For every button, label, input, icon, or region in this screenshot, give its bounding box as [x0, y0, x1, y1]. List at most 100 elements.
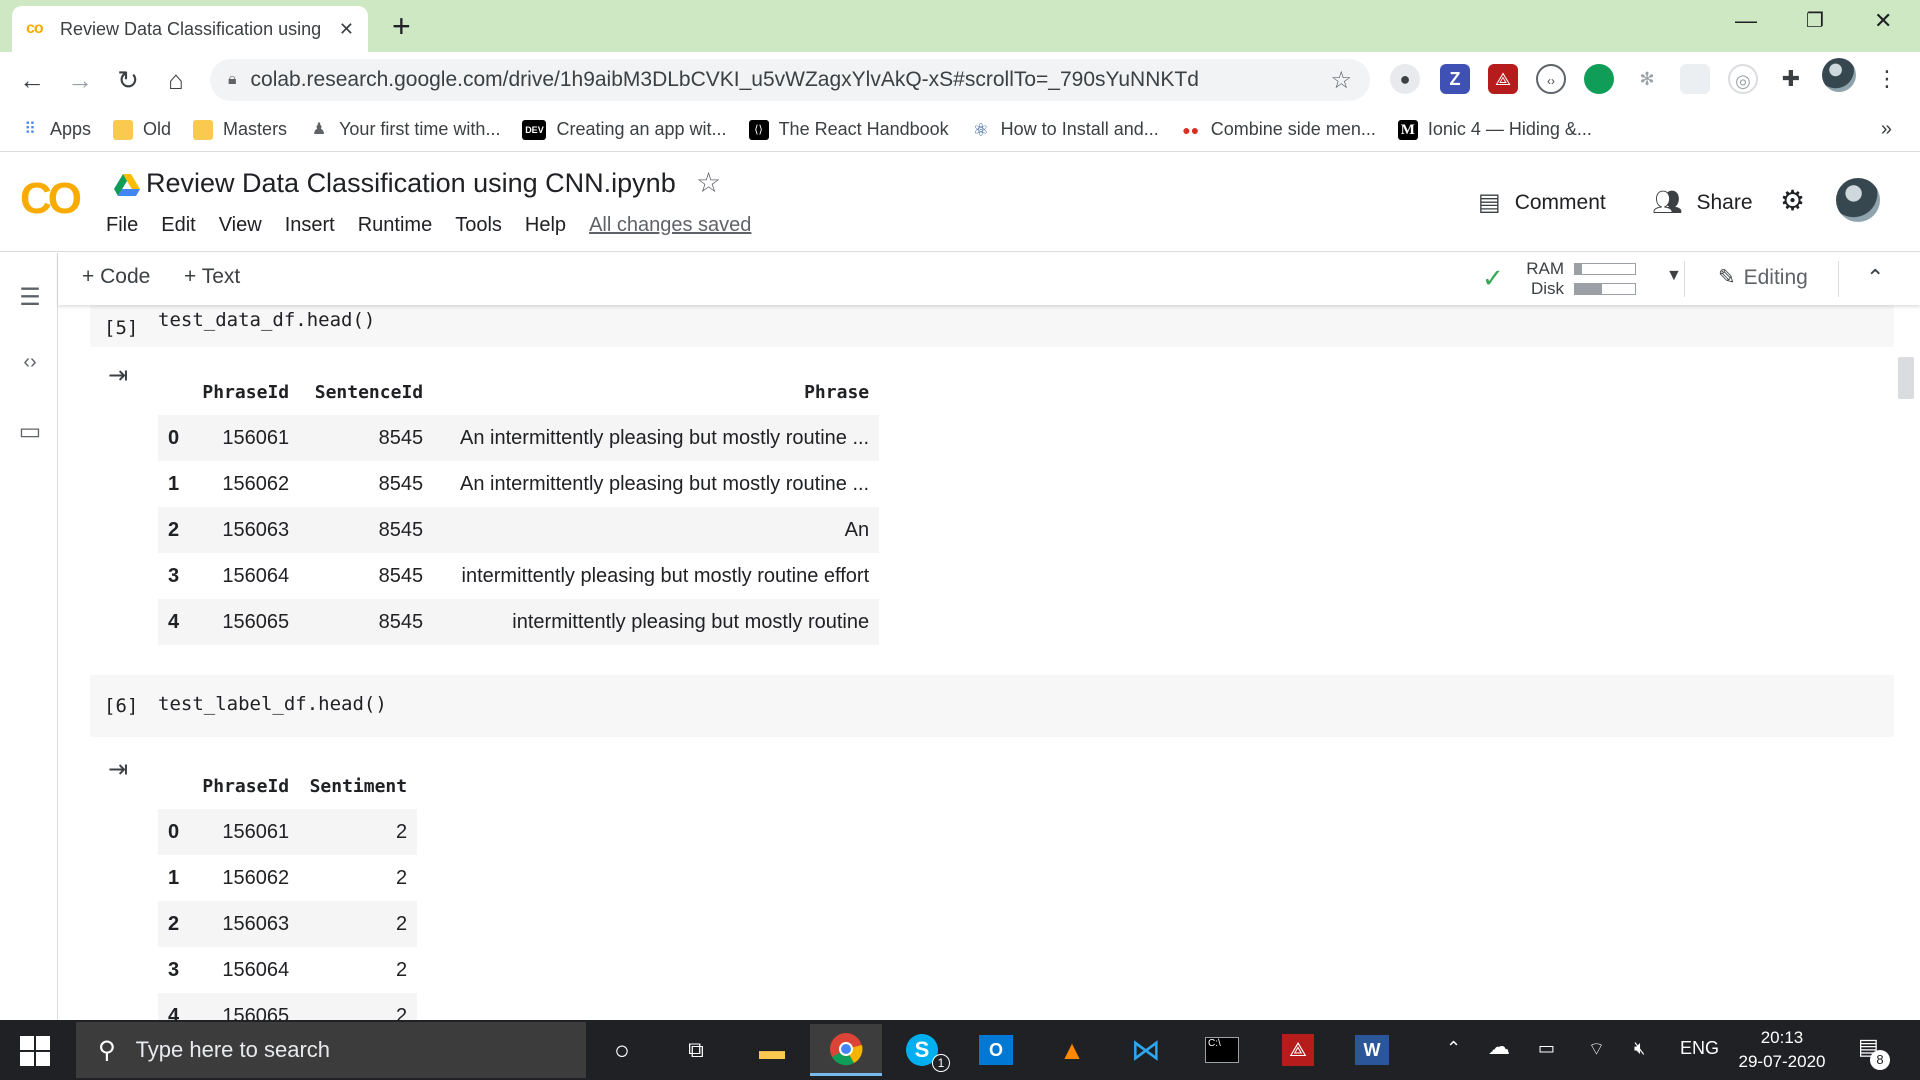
extension-pdf-icon[interactable]: ⟁ — [1488, 64, 1518, 94]
add-code-cell-button[interactable]: + Code — [82, 265, 150, 289]
task-view-icon[interactable]: ⧉ — [660, 1024, 732, 1076]
minimize-window-button[interactable]: — — [1735, 8, 1757, 34]
more-bookmarks-button[interactable]: » — [1881, 118, 1892, 141]
bookmark-star-icon[interactable]: ☆ — [1330, 66, 1352, 95]
bookmark-react-handbook[interactable]: ⟨⟩ The React Handbook — [748, 119, 949, 140]
code-cell[interactable]: [5] test_data_df.head() ⇥ PhraseId Sente… — [90, 305, 1894, 649]
windows-start-icon[interactable] — [20, 1036, 50, 1066]
back-button[interactable]: ← — [14, 62, 50, 98]
outlook-icon[interactable]: O — [960, 1024, 1032, 1076]
vertical-scrollbar-thumb[interactable] — [1898, 357, 1914, 399]
notification-count-badge: 8 — [1870, 1050, 1890, 1070]
word-icon[interactable]: W — [1336, 1024, 1408, 1076]
terminal-icon[interactable]: C:\ — [1186, 1024, 1258, 1076]
extension-z-icon[interactable]: Z — [1440, 64, 1470, 94]
battery-icon[interactable]: ▭ — [1538, 1038, 1555, 1059]
google-drive-icon[interactable] — [114, 174, 140, 196]
show-hidden-icons-chevron-up-icon[interactable]: ⌃ — [1446, 1038, 1461, 1059]
menu-insert[interactable]: Insert — [285, 214, 335, 237]
output-redirect-icon[interactable]: ⇥ — [108, 755, 128, 784]
volume-muted-icon[interactable]: 🔇︎ — [1634, 1038, 1645, 1059]
bookmark-folder-old[interactable]: Old — [113, 119, 171, 140]
input-language[interactable]: ENG — [1680, 1038, 1719, 1059]
menu-tools[interactable]: Tools — [455, 214, 502, 237]
bookmark-ionic-4[interactable]: M Ionic 4 — Hiding &... — [1397, 119, 1592, 140]
star-notebook-icon[interactable]: ☆ — [696, 166, 721, 199]
home-button[interactable]: ⌂ — [158, 62, 194, 98]
skype-badge: 1 — [932, 1054, 950, 1072]
forward-button[interactable]: → — [62, 62, 98, 98]
wifi-icon[interactable]: ⌔ — [1588, 1038, 1605, 1061]
code-text[interactable]: test_data_df.head() — [158, 309, 375, 331]
people-icon: 👥︎ — [1652, 189, 1683, 216]
skype-icon[interactable]: S 1 — [886, 1024, 958, 1076]
notebook-toolbar: + Code + Text ✓ RAM Disk ▼ ✎ Editing ⌃ — [58, 253, 1920, 305]
notebook-title[interactable]: Review Data Classification using CNN.ipy… — [146, 168, 676, 199]
browser-profile-avatar[interactable] — [1822, 58, 1856, 92]
menu-help[interactable]: Help — [525, 214, 566, 237]
cell-input[interactable]: [6] test_label_df.head() — [90, 675, 1894, 737]
extension-circle-icon[interactable]: ● — [1390, 64, 1420, 94]
menu-edit[interactable]: Edit — [161, 214, 195, 237]
extension-code-icon[interactable]: ‹› — [1536, 64, 1566, 94]
acrobat-icon[interactable]: ⟁ — [1262, 1024, 1334, 1076]
chrome-taskbar-icon[interactable] — [810, 1024, 882, 1076]
extension-target-icon[interactable]: ◎ — [1728, 64, 1758, 94]
restore-window-button[interactable]: ❐ — [1806, 8, 1824, 33]
account-avatar[interactable] — [1836, 178, 1880, 222]
taskbar-search-box[interactable]: ⚲ Type here to search — [76, 1022, 586, 1078]
share-button[interactable]: 👥︎ Share — [1652, 188, 1753, 217]
table-cell: 156065 — [189, 993, 300, 1020]
table-row: 3 156064 8545 intermittently pleasing bu… — [158, 553, 879, 599]
reload-button[interactable]: ↻ — [110, 62, 146, 98]
editing-mode-button[interactable]: ✎ Editing — [1718, 265, 1808, 290]
system-clock[interactable]: 20:13 29-07-2020 — [1732, 1026, 1832, 1074]
browser-tab-active[interactable]: co Review Data Classification using CNN.… — [12, 6, 368, 52]
menu-runtime[interactable]: Runtime — [358, 214, 432, 237]
files-folder-icon[interactable]: ▭ — [16, 417, 44, 446]
table-of-contents-icon[interactable]: ☰ — [16, 283, 44, 312]
collapse-header-chevron-up-icon[interactable]: ⌃ — [1866, 265, 1884, 291]
comment-button[interactable]: ▤ Comment — [1478, 188, 1606, 217]
bookmark-label: Creating an app wit... — [556, 119, 727, 139]
browser-menu-icon[interactable]: ⋮ — [1872, 64, 1902, 94]
vscode-icon[interactable]: ⋈ — [1110, 1024, 1182, 1076]
table-row: 2 156063 2 — [158, 901, 418, 947]
lock-icon[interactable]: 🔒︎ — [228, 71, 237, 89]
resources-indicator[interactable]: ✓ RAM Disk ▼ — [1482, 257, 1692, 301]
bookmark-creating-an-app[interactable]: DEV Creating an app wit... — [522, 119, 727, 140]
bookmark-your-first-time[interactable]: ♟ Your first time with... — [309, 119, 501, 140]
url-text[interactable]: colab.research.google.com/drive/1h9aibM3… — [251, 68, 1199, 92]
extensions-puzzle-icon[interactable]: ✚ — [1776, 64, 1806, 94]
bookmark-how-to-install[interactable]: ⚛ How to Install and... — [971, 119, 1159, 140]
add-text-cell-button[interactable]: + Text — [184, 265, 240, 289]
bookmark-combine-side-menu[interactable]: ●● Combine side men... — [1181, 119, 1376, 140]
code-cell[interactable]: [6] test_label_df.head() ⇥ PhraseId Sent… — [90, 675, 1894, 1020]
save-status-link[interactable]: All changes saved — [589, 214, 751, 237]
chevron-down-icon[interactable]: ▼ — [1666, 267, 1682, 285]
omnibox[interactable]: 🔒︎ colab.research.google.com/drive/1h9ai… — [210, 59, 1370, 101]
cortana-icon[interactable]: ○ — [586, 1024, 658, 1076]
file-explorer-icon[interactable]: ▬ — [736, 1024, 808, 1076]
column-header: PhraseId — [202, 382, 290, 403]
new-tab-button[interactable]: + — [392, 10, 411, 42]
code-text[interactable]: test_label_df.head() — [158, 693, 387, 715]
output-redirect-icon[interactable]: ⇥ — [108, 361, 128, 390]
close-window-button[interactable]: ✕ — [1874, 8, 1892, 34]
vlc-icon[interactable]: ▲ — [1036, 1024, 1108, 1076]
code-snippets-icon[interactable]: ‹› — [16, 351, 44, 374]
cell-input[interactable]: [5] test_data_df.head() — [90, 305, 1894, 347]
extension-blank-icon[interactable] — [1680, 64, 1710, 94]
close-tab-icon[interactable]: ✕ — [339, 19, 354, 40]
bookmark-apps[interactable]: ⠿ Apps — [20, 119, 91, 140]
bookmark-folder-masters[interactable]: Masters — [193, 119, 287, 140]
menu-file[interactable]: File — [106, 214, 138, 237]
menu-view[interactable]: View — [219, 214, 262, 237]
settings-gear-icon[interactable]: ⚙ — [1780, 184, 1805, 217]
onedrive-cloud-icon[interactable]: ☁ — [1488, 1034, 1510, 1060]
table-cell: 156062 — [222, 866, 290, 889]
word-logo: W — [1355, 1035, 1389, 1065]
extension-flower-icon[interactable]: ✻ — [1632, 64, 1662, 94]
extension-green-icon[interactable] — [1584, 64, 1614, 94]
colab-logo[interactable]: CO — [20, 174, 82, 224]
